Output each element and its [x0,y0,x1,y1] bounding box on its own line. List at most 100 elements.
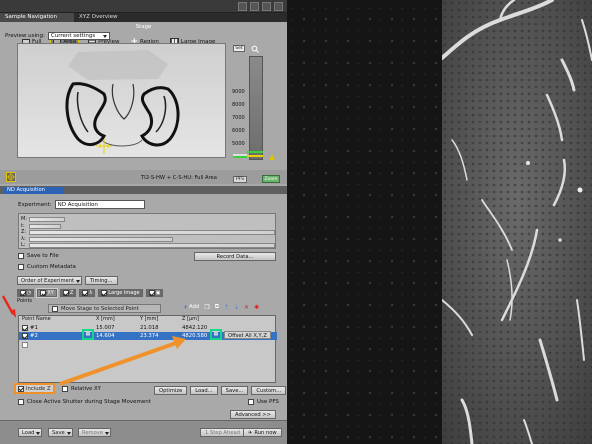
close-shutter-row: Close Active Shutter during Stage Moveme… [18,399,151,405]
nd-acquisition-title: ND Acquisition [4,187,64,194]
one-step-ahead-button[interactable]: 1 Step Ahead [200,428,245,437]
z-marker-yellow [247,155,263,157]
window-pin-icon[interactable] [250,2,259,11]
optimize-button[interactable]: Optimize [154,386,188,395]
stage-status-text: TI2-S-HW + C-S-HU: Full Area [141,175,217,181]
move-down-icon[interactable]: ⇣ [234,304,239,311]
add-label: Add [189,304,200,310]
preview-using-select[interactable]: Current settings [47,32,111,40]
z-pointer-icon[interactable] [269,154,275,160]
remove-dropdown[interactable]: Remove [78,428,112,437]
xy-checkbox[interactable] [40,290,47,296]
delete-icon[interactable]: ✕ [244,304,249,311]
relative-xy-checkbox[interactable] [62,386,68,392]
dim-bar-z [29,230,275,235]
move-stage-button[interactable]: Move Stage to Selected Point [48,304,161,313]
order-of-experiment-dropdown[interactable]: Order of Experiment [17,276,83,285]
tab-lambda[interactable]: λ [79,289,96,297]
copy-icon[interactable]: ❐ [204,304,209,311]
move-stage-checkbox[interactable] [52,305,58,312]
zoom-icon[interactable] [251,45,259,53]
points-label: Points [17,298,33,304]
duplicate-icon[interactable]: ⧉ [215,303,219,311]
xyz-center-button[interactable] [6,172,16,182]
tab-xyz-overview[interactable]: XYZ Overview [74,13,123,22]
row2-y: 23.374 [140,333,159,339]
save-dropdown[interactable]: Save [48,428,73,437]
empty-row-checkbox[interactable] [22,342,28,348]
col-x: X [mm] [96,316,115,322]
custom-metadata-checkbox[interactable] [18,264,24,270]
custom-button[interactable]: Custom... [251,386,287,395]
timing-button[interactable]: Timing... [85,276,118,285]
stage-preview-image[interactable] [17,43,226,158]
order-row: Order of Experiment Timing... [17,276,118,285]
z-tick-6000: 6000 [232,128,245,134]
save-to-file-checkbox[interactable] [18,253,24,259]
row2-x: 14.604 [96,333,115,339]
add-point-button[interactable]: + Add [183,304,199,311]
offset-all-button[interactable]: Offset All X,Y,Z [224,331,271,339]
z-position-gauge[interactable] [249,56,263,160]
row1-checkbox[interactable] [22,325,28,331]
col-z: Z [µm] [182,316,199,322]
zoom-toggle[interactable]: Zoom [262,175,280,183]
window-max-icon[interactable] [262,2,271,11]
live-image-view[interactable] [442,0,592,444]
row2-checkbox[interactable] [22,333,28,339]
z-tick-8000: 8000 [232,102,245,108]
close-shutter-label: Close Active Shutter during Stage Moveme… [27,399,151,405]
extra-checkbox[interactable] [148,290,155,296]
z-set-button-highlight[interactable]: ▦ [210,329,222,340]
row1-name: #1 [30,325,38,331]
experiment-field[interactable]: ND Acquisition [54,200,145,209]
load-points-button[interactable]: Load... [190,386,218,395]
row2-name: #2 [30,333,38,339]
move-up-icon[interactable]: ⇡ [224,304,229,311]
stage-title: Stage [135,24,152,30]
save-points-button[interactable]: Save... [220,386,249,395]
run-now-button[interactable]: ✈ Run now [243,428,282,437]
include-z-highlight[interactable]: Include Z [14,383,55,394]
load-dropdown[interactable]: Load [18,428,43,437]
z-checkbox[interactable] [62,290,69,296]
dim-bar-t [29,223,61,229]
navigation-tabs: Sample Navigation XYZ Overview [0,13,287,22]
time-checkbox[interactable] [20,290,26,296]
window-toolbar [0,0,287,13]
record-data-button[interactable]: Record Data... [194,252,276,261]
tab-large-image[interactable]: Large Image [98,289,143,297]
tab-extra[interactable]: ▣ [145,289,164,297]
preview-using-label: Preview using: [5,33,45,39]
experiment-row: Experiment: ND Acquisition [18,200,145,209]
advanced-button[interactable]: Advanced >> [230,410,276,419]
tab-sample-navigation[interactable]: Sample Navigation [0,13,74,22]
window-menu-icon[interactable] [238,2,247,11]
window-close-icon[interactable] [274,2,283,11]
vessel-image-svg [442,0,592,444]
tab-z[interactable]: Z [59,289,77,297]
large-image-checkbox[interactable] [101,290,108,296]
lambda-checkbox[interactable] [82,290,89,296]
pfs-button[interactable]: PFS [233,176,247,183]
z-marker-green-2 [233,156,247,158]
settings-icon[interactable]: ✱ [254,304,259,311]
z-tick-7000: 7000 [232,115,245,121]
xy-set-button-highlight[interactable]: ▦ [82,329,94,340]
red-arrow-head [10,309,16,318]
close-shutter-checkbox[interactable] [18,399,24,405]
use-pfs-checkbox[interactable] [248,399,254,405]
col-point-name: Point Name [22,316,51,322]
red-arrow-shaft [1,295,15,315]
set-z-button[interactable]: Set [233,45,245,52]
clock-icon: ◷ [27,290,32,296]
move-stage-label: Move Stage to Selected Point [61,305,139,312]
run-icon: ✈ [248,429,253,436]
row2-z: 4820.580 [182,333,208,339]
tab-z-label: Z [69,290,74,296]
points-toolbar: + Add ❐ ⧉ ⇡ ⇣ ✕ ✱ [183,303,259,311]
include-z-checkbox[interactable] [18,385,24,392]
tab-time[interactable]: ◷ [17,289,35,297]
relative-xy-label: Relative XY [71,386,101,392]
tab-xy[interactable]: XY [36,288,58,298]
